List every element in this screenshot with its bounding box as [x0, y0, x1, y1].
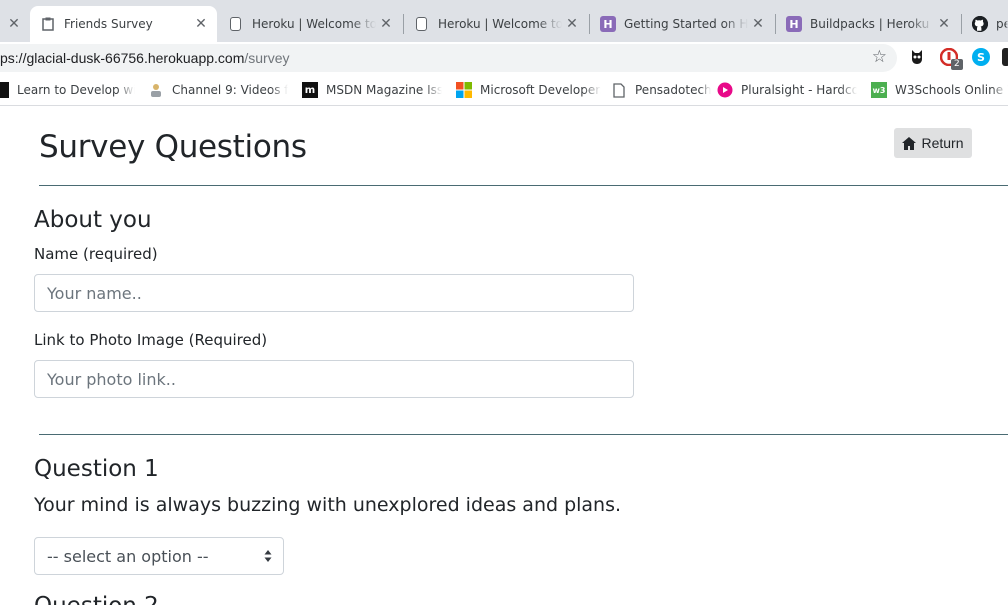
- channel9-icon: [148, 82, 164, 98]
- bookmarks-bar: Learn to Develop wit Channel 9: Videos f…: [0, 74, 1008, 106]
- tab-truncated[interactable]: ✕: [0, 6, 28, 42]
- question-1-heading: Question 1: [34, 456, 159, 482]
- msdn-icon: m: [302, 82, 318, 98]
- tab-title: Buildpacks | Heroku De: [810, 17, 934, 31]
- name-label: Name (required): [34, 245, 158, 263]
- bookmark-app-icon: [0, 82, 9, 98]
- tab-github[interactable]: pe: [962, 6, 1008, 42]
- divider: [39, 434, 1008, 435]
- bookmark-msdn-magazine[interactable]: m MSDN Magazine Issu: [302, 80, 442, 100]
- return-label: Return: [921, 135, 964, 151]
- microsoft-icon: [456, 82, 472, 98]
- page-title: Survey Questions: [39, 129, 307, 165]
- return-button[interactable]: Return: [894, 128, 972, 158]
- question-2-heading: Question 2: [34, 593, 159, 605]
- name-input[interactable]: [34, 274, 634, 312]
- url-path: /survey: [244, 50, 290, 66]
- pluralsight-icon: [717, 82, 733, 98]
- bookmark-label: Pensadotech: [635, 83, 711, 97]
- skype-extension-icon[interactable]: S: [972, 48, 990, 66]
- address-bar[interactable]: ps://glacial-dusk-66756.herokuapp.com/su…: [0, 44, 897, 72]
- divider: [39, 185, 1008, 186]
- bookmark-label: W3Schools Online W: [895, 83, 1008, 97]
- survey-icon: [40, 16, 56, 32]
- bookmark-channel9[interactable]: Channel 9: Videos for: [148, 80, 288, 100]
- bookmark-label: Microsoft Developers: [480, 83, 601, 97]
- close-icon[interactable]: ✕: [748, 16, 768, 32]
- document-icon: [416, 17, 427, 31]
- tab-strip: ✕ Friends Survey ✕ Heroku | Welcome to y…: [0, 0, 1008, 42]
- survey-page: Survey Questions Return About you Name (…: [0, 107, 1008, 605]
- extension-icon-truncated[interactable]: [1002, 48, 1008, 66]
- close-icon[interactable]: ✕: [376, 16, 396, 32]
- document-icon: [230, 17, 241, 31]
- browser-toolbar: ps://glacial-dusk-66756.herokuapp.com/su…: [0, 42, 1008, 74]
- tab-buildpacks-heroku[interactable]: H Buildpacks | Heroku De ✕: [776, 6, 960, 42]
- heroku-icon: H: [600, 16, 616, 32]
- github-icon: [972, 16, 988, 32]
- tab-title: Heroku | Welcome to y: [438, 17, 562, 31]
- bookmark-microsoft-developers[interactable]: Microsoft Developers: [456, 80, 601, 100]
- tab-title: Getting Started on Her: [624, 17, 748, 31]
- document-icon: [611, 82, 627, 98]
- tab-friends-survey[interactable]: Friends Survey ✕: [30, 6, 217, 42]
- close-icon[interactable]: ✕: [4, 16, 24, 32]
- heroku-icon: H: [786, 16, 802, 32]
- extension-badge: 2: [951, 59, 963, 70]
- home-icon: [902, 136, 917, 150]
- question-1-text: Your mind is always buzzing with unexplo…: [34, 494, 622, 516]
- select-value: -- select an option --: [47, 546, 209, 566]
- question-1-select[interactable]: -- select an option --: [34, 537, 284, 575]
- bookmark-label: Channel 9: Videos for: [172, 83, 288, 97]
- bookmark-label: Learn to Develop wit: [17, 83, 135, 97]
- close-icon[interactable]: ✕: [562, 16, 582, 32]
- close-icon[interactable]: ✕: [934, 16, 954, 32]
- bookmark-pluralsight[interactable]: Pluralsight - Hardcor: [717, 80, 857, 100]
- tab-title: pe: [996, 17, 1008, 31]
- bookmark-pensadotech[interactable]: Pensadotech: [611, 80, 711, 100]
- url-host: ps://glacial-dusk-66756.herokuapp.com: [0, 50, 245, 66]
- close-icon[interactable]: ✕: [191, 16, 211, 32]
- photo-link-input[interactable]: [34, 360, 634, 398]
- tab-getting-started-heroku[interactable]: H Getting Started on Her ✕: [590, 6, 774, 42]
- bookmark-label: Pluralsight - Hardcor: [741, 83, 857, 97]
- bookmark-learn-to-develop[interactable]: Learn to Develop wit: [0, 80, 135, 100]
- bookmark-label: MSDN Magazine Issu: [326, 83, 442, 97]
- bookmark-w3schools[interactable]: w3 W3Schools Online W: [871, 80, 1008, 100]
- tab-heroku-welcome-1[interactable]: Heroku | Welcome to y ✕: [218, 6, 402, 42]
- bookmark-star-icon[interactable]: ☆: [872, 47, 887, 67]
- photo-link-label: Link to Photo Image (Required): [34, 331, 268, 349]
- about-you-heading: About you: [34, 207, 152, 233]
- tab-title: Friends Survey: [64, 17, 153, 31]
- w3schools-icon: w3: [871, 82, 887, 98]
- tab-title: Heroku | Welcome to y: [252, 17, 376, 31]
- select-caret-icon: [264, 549, 272, 563]
- tab-heroku-welcome-2[interactable]: Heroku | Welcome to y ✕: [404, 6, 588, 42]
- owl-extension-icon[interactable]: [908, 48, 926, 66]
